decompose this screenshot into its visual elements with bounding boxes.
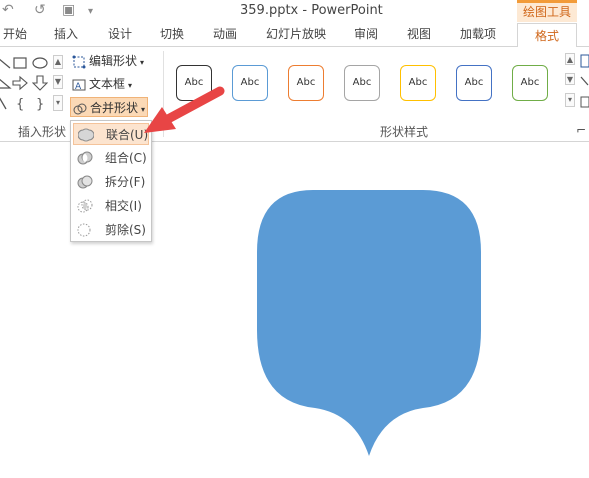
shape-styles-group-label: 形状样式 — [380, 125, 429, 139]
shape-style-preset[interactable]: Abc — [232, 65, 268, 101]
text-box-label: 文本框 — [89, 77, 126, 91]
shapes-scroll-down-icon[interactable]: ▼ — [53, 75, 63, 89]
shape-style-preset[interactable]: Abc — [512, 65, 548, 101]
tab-animations[interactable]: 动画 — [205, 22, 245, 46]
dialog-launcher-icon[interactable]: ⌐ — [576, 123, 586, 137]
tab-design[interactable]: 设计 — [100, 22, 140, 46]
svg-text:A: A — [75, 82, 82, 92]
oval-shape-icon[interactable] — [32, 55, 48, 71]
svg-text:}: } — [36, 97, 44, 111]
merged-shape[interactable] — [253, 188, 485, 462]
drawing-tools-context-label: 绘图工具 — [517, 0, 577, 22]
tab-format[interactable]: 格式 — [517, 23, 577, 47]
rectangle-shape-icon[interactable] — [12, 55, 28, 71]
merge-shapes-button[interactable]: 合并形状 ▾ — [70, 97, 149, 117]
backslash-shape-icon[interactable] — [0, 95, 12, 111]
union-icon — [78, 128, 94, 142]
tab-addins[interactable]: 加载项 — [453, 22, 503, 46]
menu-item-fragment[interactable]: 拆分(F) — [73, 171, 149, 193]
edit-shape-icon — [72, 55, 86, 68]
shapes-more-icon[interactable]: ▾ — [53, 95, 63, 111]
title-bar: ↶ ↺ ▣ ▾ 359.pptx - PowerPoint 绘图工具 — [0, 0, 589, 22]
menu-item-subtract[interactable]: 剪除(S) — [73, 219, 149, 241]
right-arrow-shape-icon[interactable] — [12, 75, 28, 91]
customize-chevron-icon[interactable]: ▾ — [88, 4, 93, 20]
svg-text:{: { — [16, 97, 24, 111]
styles-scroll-up-icon[interactable]: ▲ — [565, 53, 575, 65]
document-title: 359.pptx - PowerPoint — [240, 3, 383, 18]
intersect-icon — [77, 199, 93, 213]
tab-review[interactable]: 审阅 — [346, 22, 386, 46]
insert-shapes-group-label: 插入形状 — [18, 125, 67, 139]
fragment-icon — [77, 175, 93, 189]
chevron-down-icon: ▾ — [128, 81, 133, 90]
menu-item-label: 拆分(F) — [105, 175, 146, 189]
shape-style-preset[interactable]: Abc — [344, 65, 380, 101]
undo-icon[interactable]: ↶ — [2, 2, 14, 18]
shapes-scroll-up-icon[interactable]: ▲ — [53, 55, 63, 69]
menu-item-label: 组合(C) — [105, 151, 147, 165]
annotation-arrow-icon — [144, 86, 225, 133]
menu-item-label: 剪除(S) — [105, 223, 146, 237]
left-brace-shape-icon[interactable]: { — [12, 95, 28, 111]
triangle-shape-icon[interactable] — [0, 75, 12, 91]
line-shape-icon[interactable] — [0, 55, 12, 71]
styles-scroll-down-icon[interactable]: ▼ — [565, 73, 575, 85]
chevron-down-icon: ▾ — [140, 58, 145, 67]
combine-icon — [77, 151, 93, 165]
menu-item-combine[interactable]: 组合(C) — [73, 147, 149, 169]
tab-transitions[interactable]: 切换 — [152, 22, 192, 46]
edit-shape-button[interactable]: 编辑形状 ▾ — [72, 51, 144, 71]
redo-icon[interactable]: ↺ — [34, 2, 46, 18]
shape-fill-outline-icons[interactable] — [580, 53, 589, 113]
tab-home[interactable]: 开始 — [0, 22, 30, 46]
menu-item-union[interactable]: 联合(U) — [73, 123, 149, 145]
ribbon-tabs: 开始 插入 设计 切换 动画 幻灯片放映 审阅 视图 加载项 格式 — [0, 22, 589, 47]
tab-insert[interactable]: 插入 — [46, 22, 86, 46]
down-arrow-shape-icon[interactable] — [32, 75, 48, 91]
styles-more-icon[interactable]: ▾ — [565, 93, 575, 107]
shape-style-preset[interactable]: Abc — [456, 65, 492, 101]
slideshow-icon[interactable]: ▣ — [62, 2, 75, 18]
merge-shapes-icon — [73, 103, 87, 114]
edit-shape-label: 编辑形状 — [89, 54, 138, 68]
merge-shapes-label: 合并形状 — [90, 101, 139, 115]
shape-style-preset[interactable]: Abc — [288, 65, 324, 101]
shape-style-preset[interactable]: Abc — [400, 65, 436, 101]
text-box-button[interactable]: A 文本框 ▾ — [72, 74, 132, 94]
right-brace-shape-icon[interactable]: } — [32, 95, 48, 111]
text-box-icon: A — [72, 79, 86, 92]
tab-slideshow[interactable]: 幻灯片放映 — [262, 22, 330, 46]
subtract-icon — [77, 223, 91, 237]
menu-item-label: 相交(I) — [105, 199, 142, 213]
tab-view[interactable]: 视图 — [399, 22, 439, 46]
menu-item-intersect[interactable]: 相交(I) — [73, 195, 149, 217]
